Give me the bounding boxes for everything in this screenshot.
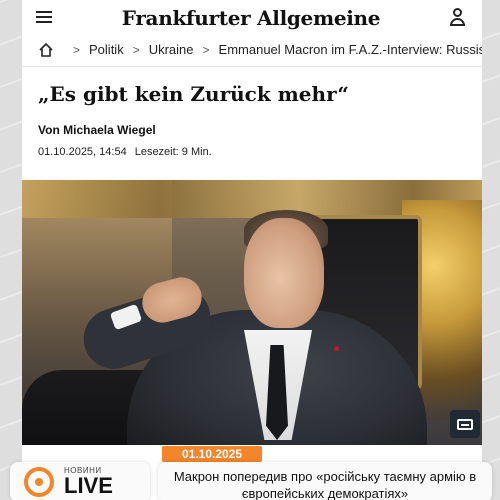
article-page: Frankfurter Allgemeine > Politik > Ukrai… [22, 0, 482, 500]
breadcrumb-ukraine[interactable]: Ukraine [149, 42, 194, 57]
channel-big-label: LIVE [64, 473, 113, 498]
article-photo [22, 180, 482, 445]
chevron-right-icon: > [73, 42, 81, 57]
read-time: Lesezeit: 9 Min. [134, 146, 212, 158]
article-author[interactable]: Von Michaela Wiegel [38, 123, 156, 137]
live-logo: НОВИНИ LIVE [10, 462, 150, 500]
overlay-news-text: Макрон попередив про «російську таємну а… [158, 462, 492, 500]
home-icon[interactable] [38, 42, 54, 58]
news-overlay-banner: 01.10.2025 НОВИНИ LIVE Макрон попередив … [0, 440, 500, 500]
article-meta: 01.10.2025, 14:54 Lesezeit: 9 Min. [38, 146, 212, 158]
chevron-right-icon: > [132, 42, 140, 57]
menu-icon[interactable] [36, 10, 54, 24]
caption-toggle-button[interactable] [450, 410, 480, 438]
breadcrumb-article[interactable]: Emmanuel Macron im F.A.Z.-Interview: Rus… [219, 42, 482, 57]
site-logo[interactable]: Frankfurter Allgemeine [122, 6, 381, 30]
user-icon[interactable] [448, 7, 468, 27]
article-headline: „Es gibt kein Zurück mehr“ [38, 82, 349, 106]
chevron-right-icon: > [202, 42, 210, 57]
article-date: 01.10.2025, 14:54 [38, 146, 127, 158]
live-record-icon [24, 467, 54, 497]
overlay-date: 01.10.2025 [162, 446, 262, 462]
top-bar: Frankfurter Allgemeine [22, 0, 482, 33]
breadcrumb-politik[interactable]: Politik [89, 42, 124, 57]
breadcrumb: > Politik > Ukraine > Emmanuel Macron im… [22, 33, 482, 67]
caption-icon [457, 418, 473, 430]
